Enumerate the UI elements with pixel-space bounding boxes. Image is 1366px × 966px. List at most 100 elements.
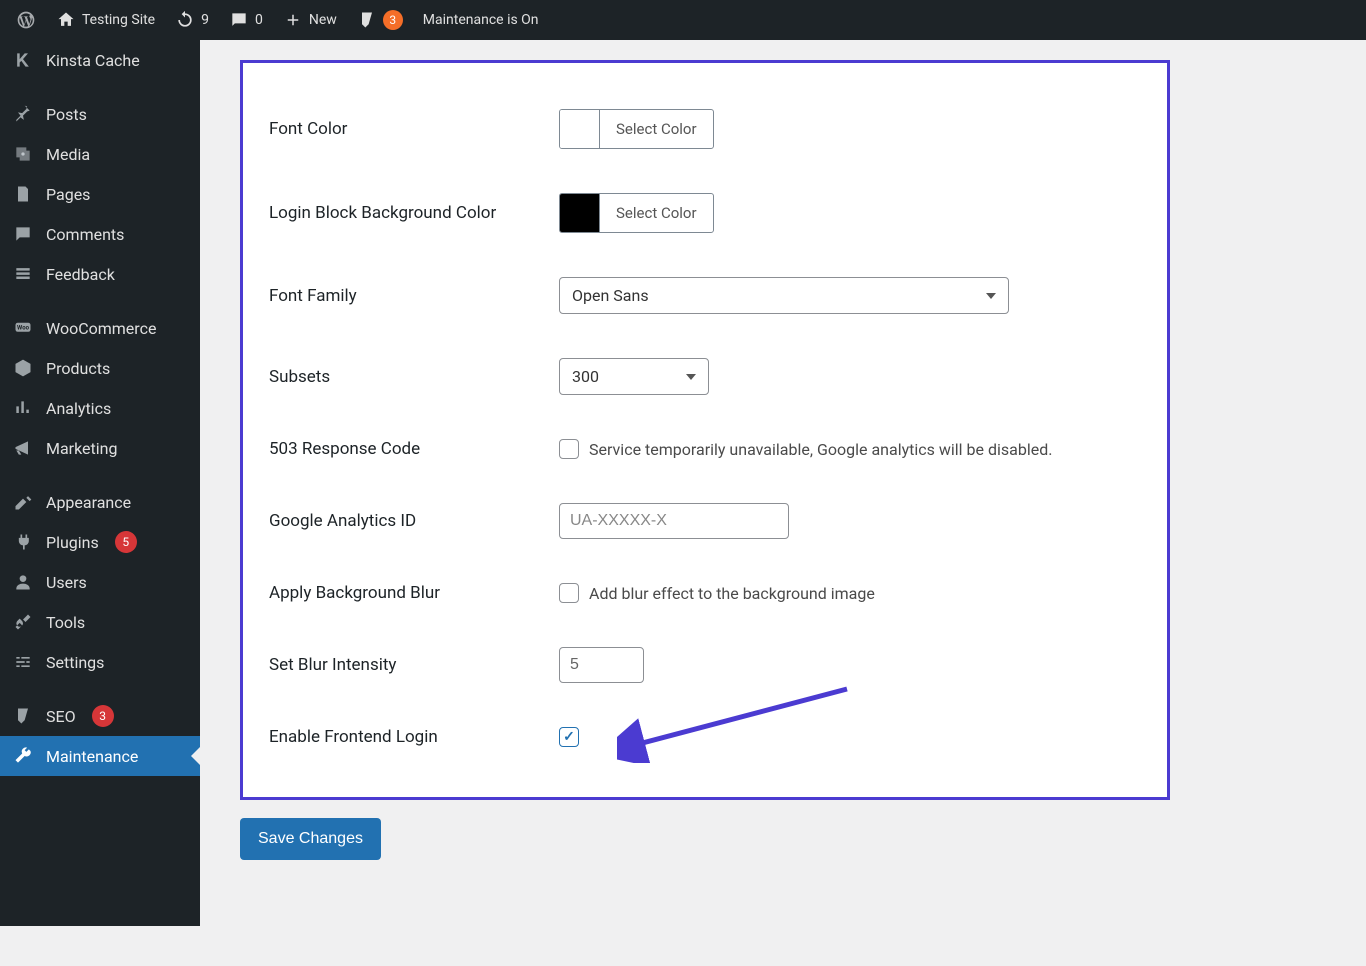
feedback-icon (12, 263, 34, 285)
login-bg-color-picker[interactable]: Select Color (559, 193, 714, 233)
sidebar-item-settings[interactable]: Settings (0, 642, 200, 682)
response-code-desc: Service temporarily unavailable, Google … (589, 440, 1052, 459)
row-response-code: 503 Response Code Service temporarily un… (259, 417, 1151, 481)
sidebar-item-label: Kinsta Cache (46, 51, 140, 70)
maintenance-label: Maintenance is On (423, 12, 539, 28)
font-color-label: Font Color (269, 119, 559, 139)
subsets-label: Subsets (269, 367, 559, 387)
sidebar-item-seo[interactable]: SEO 3 (0, 696, 200, 736)
bg-blur-label: Apply Background Blur (269, 583, 559, 603)
users-icon (12, 571, 34, 593)
save-button[interactable]: Save Changes (240, 818, 381, 860)
site-title: Testing Site (82, 12, 155, 28)
bg-blur-checkbox[interactable] (559, 583, 579, 603)
home-icon (56, 10, 76, 30)
sidebar-item-comments[interactable]: Comments (0, 214, 200, 254)
svg-text:Woo: Woo (17, 325, 30, 332)
font-family-label: Font Family (269, 286, 559, 306)
sidebar-item-label: Plugins (46, 533, 99, 552)
font-color-swatch (560, 110, 600, 148)
pin-icon (12, 103, 34, 125)
sidebar-item-marketing[interactable]: Marketing (0, 428, 200, 468)
comment-icon (12, 223, 34, 245)
yoast-badge: 3 (383, 10, 403, 30)
settings-icon (12, 651, 34, 673)
comments-count: 0 (255, 12, 263, 28)
font-family-select[interactable]: Open Sans (559, 277, 1009, 314)
row-frontend-login: Enable Frontend Login (259, 705, 1151, 769)
sidebar-item-maintenance[interactable]: Maintenance (0, 736, 200, 776)
sidebar-item-label: Media (46, 145, 90, 164)
plus-icon (283, 10, 303, 30)
wordpress-icon (16, 10, 36, 30)
subsets-value: 300 (572, 367, 599, 386)
blur-intensity-label: Set Blur Intensity (269, 655, 559, 675)
select-color-label: Select Color (600, 110, 713, 148)
sidebar-item-users[interactable]: Users (0, 562, 200, 602)
yoast-icon (357, 10, 377, 30)
sidebar-item-label: Users (46, 573, 87, 592)
font-family-value: Open Sans (572, 286, 649, 305)
sidebar-item-kinsta[interactable]: Kinsta Cache (0, 40, 200, 80)
wp-logo-menu[interactable] (6, 0, 46, 40)
plugins-icon (12, 531, 34, 553)
login-bg-label: Login Block Background Color (269, 203, 559, 223)
row-font-family: Font Family Open Sans (259, 255, 1151, 336)
sidebar-item-label: Feedback (46, 265, 115, 284)
response-code-label: 503 Response Code (269, 439, 559, 459)
login-bg-swatch (560, 194, 600, 232)
wrench-icon (12, 745, 34, 767)
sidebar-item-label: Analytics (46, 399, 111, 418)
sidebar-item-feedback[interactable]: Feedback (0, 254, 200, 294)
media-icon (12, 143, 34, 165)
sidebar-item-label: Comments (46, 225, 124, 244)
sidebar-item-label: Appearance (46, 493, 131, 512)
sidebar-item-tools[interactable]: Tools (0, 602, 200, 642)
kinsta-icon (12, 49, 34, 71)
settings-panel: Font Color Select Color Login Block Back… (240, 60, 1170, 800)
update-icon (175, 10, 195, 30)
new-menu[interactable]: New (273, 0, 347, 40)
sidebar-item-products[interactable]: Products (0, 348, 200, 388)
row-login-bg-color: Login Block Background Color Select Colo… (259, 171, 1151, 255)
sidebar-item-appearance[interactable]: Appearance (0, 482, 200, 522)
sidebar-item-label: Maintenance (46, 747, 138, 766)
seo-badge: 3 (92, 705, 114, 727)
sidebar-item-media[interactable]: Media (0, 134, 200, 174)
sidebar-item-label: Posts (46, 105, 87, 124)
yoast-icon (12, 705, 34, 727)
maintenance-status[interactable]: Maintenance is On (413, 0, 549, 40)
sidebar-item-label: Products (46, 359, 110, 378)
woocommerce-icon: Woo (12, 317, 34, 339)
appearance-icon (12, 491, 34, 513)
bg-blur-desc: Add blur effect to the background image (589, 584, 875, 603)
subsets-select[interactable]: 300 (559, 358, 709, 395)
sidebar-item-label: Tools (46, 613, 85, 632)
updates-menu[interactable]: 9 (165, 0, 219, 40)
marketing-icon (12, 437, 34, 459)
comments-menu[interactable]: 0 (219, 0, 273, 40)
ga-id-input[interactable] (559, 503, 789, 539)
products-icon (12, 357, 34, 379)
analytics-icon (12, 397, 34, 419)
frontend-login-checkbox[interactable] (559, 727, 579, 747)
blur-intensity-input[interactable] (559, 647, 644, 683)
site-name-menu[interactable]: Testing Site (46, 0, 165, 40)
response-code-checkbox[interactable] (559, 439, 579, 459)
font-color-picker[interactable]: Select Color (559, 109, 714, 149)
tools-icon (12, 611, 34, 633)
sidebar-item-analytics[interactable]: Analytics (0, 388, 200, 428)
sidebar-item-woocommerce[interactable]: Woo WooCommerce (0, 308, 200, 348)
updates-count: 9 (201, 12, 209, 28)
comment-icon (229, 10, 249, 30)
sidebar-item-label: SEO (46, 707, 76, 726)
frontend-login-label: Enable Frontend Login (269, 727, 559, 747)
plugins-badge: 5 (115, 531, 137, 553)
sidebar-item-pages[interactable]: Pages (0, 174, 200, 214)
sidebar-item-label: WooCommerce (46, 319, 156, 338)
sidebar-item-plugins[interactable]: Plugins 5 (0, 522, 200, 562)
yoast-menu[interactable]: 3 (347, 0, 413, 40)
sidebar-item-posts[interactable]: Posts (0, 94, 200, 134)
row-ga-id: Google Analytics ID (259, 481, 1151, 561)
chevron-down-icon (686, 374, 696, 380)
